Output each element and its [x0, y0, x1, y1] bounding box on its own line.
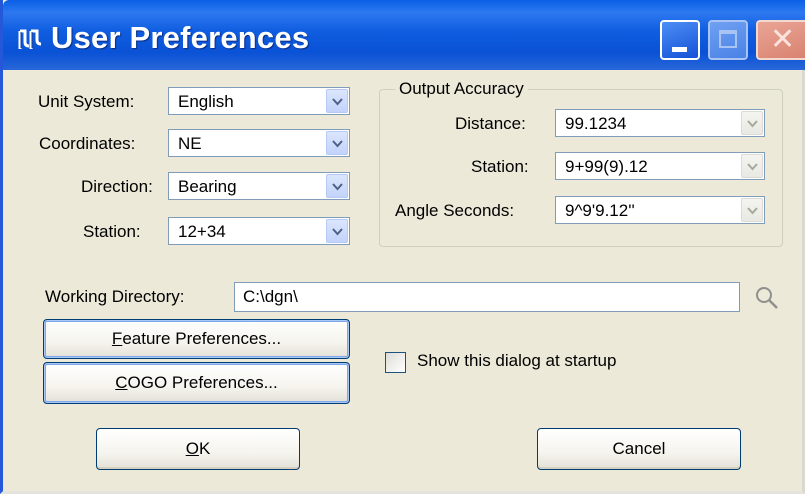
cogo-preferences-mnemonic: C: [115, 373, 128, 392]
distance-label: Distance:: [455, 114, 526, 133]
cogo-preferences-button[interactable]: COGO Preferences...: [43, 362, 350, 404]
window-title: User Preferences: [51, 20, 310, 55]
working-directory-input[interactable]: [243, 287, 723, 307]
accuracy-station-value: 9+99(9).12: [565, 157, 648, 176]
search-icon[interactable]: [753, 284, 781, 312]
maximize-button[interactable]: [708, 20, 748, 60]
direction-value: Bearing: [178, 177, 237, 196]
coordinates-select[interactable]: NE: [168, 129, 350, 157]
cancel-button[interactable]: Cancel: [537, 428, 741, 470]
accuracy-station-select[interactable]: 9+99(9).12: [555, 152, 765, 180]
close-icon: ✕: [770, 23, 796, 56]
show-at-startup-checkbox[interactable]: [385, 352, 406, 373]
app-icon: [18, 29, 42, 49]
feature-preferences-button[interactable]: Feature Preferences...: [43, 319, 350, 359]
working-directory-field[interactable]: [234, 282, 740, 312]
direction-select[interactable]: Bearing: [168, 172, 350, 200]
minimize-icon: [672, 47, 687, 52]
direction-label: Direction:: [81, 177, 153, 196]
coordinates-value: NE: [178, 134, 202, 153]
station-label: Station:: [83, 222, 141, 241]
feature-preferences-label: eature Preferences...: [122, 329, 282, 348]
angle-seconds-select[interactable]: 9^9'9.12'': [555, 196, 765, 224]
ok-button[interactable]: OK: [96, 428, 300, 470]
angle-seconds-value: 9^9'9.12'': [565, 201, 635, 220]
cogo-preferences-label: OGO Preferences...: [127, 373, 278, 392]
station-value: 12+34: [178, 222, 226, 241]
output-accuracy-legend: Output Accuracy: [395, 79, 528, 99]
chevron-down-icon[interactable]: [741, 198, 763, 222]
unit-system-label: Unit System:: [38, 92, 135, 111]
distance-value: 99.1234: [565, 114, 627, 133]
maximize-icon: [719, 30, 737, 48]
station-select[interactable]: 12+34: [168, 217, 350, 245]
close-button[interactable]: ✕: [756, 20, 805, 60]
working-directory-label: Working Directory:: [45, 287, 185, 306]
show-at-startup-label[interactable]: Show this dialog at startup: [417, 351, 616, 371]
chevron-down-icon[interactable]: [326, 174, 348, 198]
coordinates-label: Coordinates:: [39, 134, 136, 153]
user-preferences-dialog: User Preferences ✕ Unit System: English …: [0, 0, 805, 494]
unit-system-value: English: [178, 92, 234, 111]
chevron-down-icon[interactable]: [741, 154, 763, 178]
chevron-down-icon[interactable]: [326, 219, 348, 243]
chevron-down-icon[interactable]: [326, 89, 348, 113]
distance-select[interactable]: 99.1234: [555, 109, 765, 137]
unit-system-select[interactable]: English: [168, 87, 350, 115]
angle-seconds-label: Angle Seconds:: [395, 201, 515, 220]
feature-preferences-mnemonic: F: [111, 329, 123, 348]
ok-label: K: [198, 439, 211, 458]
ok-mnemonic: O: [185, 439, 199, 458]
minimize-button[interactable]: [660, 20, 700, 60]
chevron-down-icon[interactable]: [326, 131, 348, 155]
cancel-label: Cancel: [612, 439, 666, 458]
title-bar[interactable]: User Preferences ✕: [3, 0, 805, 70]
chevron-down-icon[interactable]: [741, 111, 763, 135]
accuracy-station-label: Station:: [471, 157, 529, 176]
